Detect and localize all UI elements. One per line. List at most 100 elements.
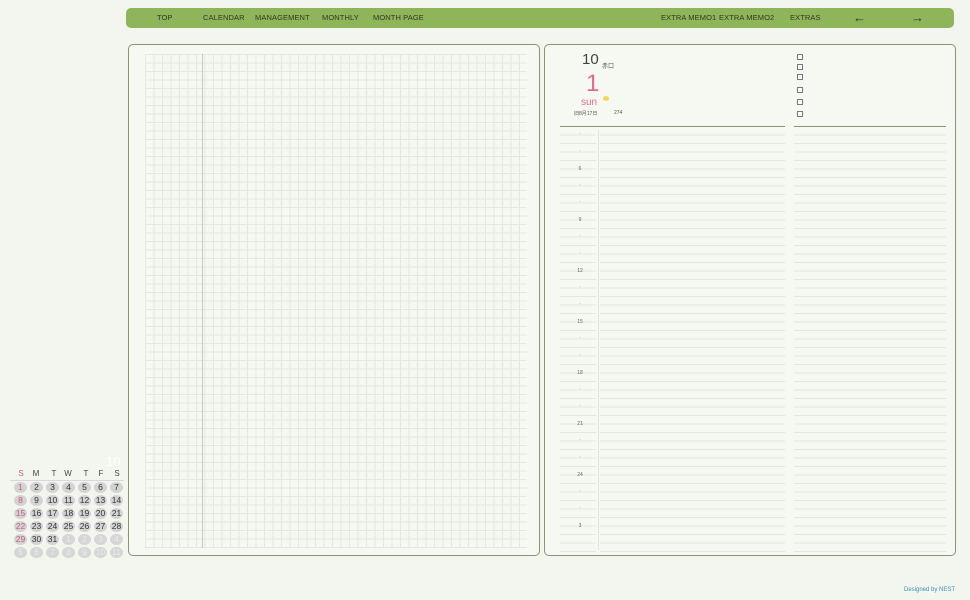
todo-checkbox[interactable] [797, 99, 803, 105]
hour-label: · [579, 182, 581, 188]
calendar-day[interactable]: 28 [110, 521, 123, 532]
calendar-day[interactable]: 12 [78, 495, 91, 506]
calendar-day[interactable]: 1 [14, 482, 27, 493]
calendar-day[interactable]: 20 [94, 508, 107, 519]
calendar-day[interactable]: 17 [46, 508, 59, 519]
calendar-day[interactable]: 6 [30, 547, 43, 558]
top-nav-bar [126, 8, 954, 28]
hour-label: · [579, 250, 581, 256]
hour-label: · [579, 148, 581, 154]
calendar-day[interactable]: 7 [110, 482, 123, 493]
calendar-day[interactable]: 26 [78, 521, 91, 532]
prev-arrow-icon[interactable]: ← [853, 8, 866, 28]
nav-extra-memo1[interactable]: EXTRA MEMO1 [661, 8, 716, 28]
calendar-day[interactable]: 2 [78, 534, 91, 545]
rokuyo-label: 赤口 [602, 64, 615, 70]
todo-checkbox[interactable] [797, 64, 803, 70]
calendar-day[interactable]: 31 [46, 534, 59, 545]
calendar-day[interactable]: 6 [94, 482, 107, 493]
calendar-day[interactable]: 2 [30, 482, 43, 493]
hour-label: · [579, 488, 581, 494]
calendar-day[interactable]: 9 [78, 547, 91, 558]
calendar-day[interactable]: 3 [94, 534, 107, 545]
hour-label: · [579, 403, 581, 409]
weekday-header: T [83, 469, 89, 478]
weekday-header: M [32, 469, 40, 478]
hour-label: · [579, 505, 581, 511]
notes-margin-line [202, 54, 203, 548]
memo-lines[interactable] [794, 127, 946, 552]
calendar-day[interactable]: 21 [110, 508, 123, 519]
hour-label: 15 [577, 319, 583, 325]
month-number: 10 [582, 51, 599, 68]
hour-label: · [579, 301, 581, 307]
calendar-day[interactable]: 22 [14, 521, 27, 532]
calendar-day[interactable]: 11 [62, 495, 75, 506]
hour-label: · [579, 284, 581, 290]
hour-column-separator [598, 130, 599, 550]
designer-credit[interactable]: Designed by NEST [904, 587, 955, 593]
date-number: 1 [586, 70, 600, 97]
nav-month-page[interactable]: MONTH PAGE [373, 8, 424, 28]
calendar-day[interactable]: 4 [110, 534, 123, 545]
calendar-day[interactable]: 4 [62, 482, 75, 493]
calendar-day[interactable]: 15 [14, 508, 27, 519]
nav-extra-memo2[interactable]: EXTRA MEMO2 [719, 8, 774, 28]
hour-label: 12 [577, 268, 583, 274]
weekday-header: T [51, 469, 57, 478]
calendar-day[interactable]: 3 [46, 482, 59, 493]
nav-management[interactable]: MANAGEMENT [255, 8, 310, 28]
calendar-day[interactable]: 27 [94, 521, 107, 532]
hour-label: · [579, 386, 581, 392]
nav-top[interactable]: TOP [157, 8, 173, 28]
calendar-day[interactable]: 23 [30, 521, 43, 532]
weekday-header: S [114, 469, 120, 478]
todo-checkbox[interactable] [797, 87, 803, 93]
calendar-day[interactable]: 18 [62, 508, 75, 519]
calendar-day[interactable]: 14 [110, 495, 123, 506]
hour-label: 21 [577, 421, 583, 427]
nav-monthly[interactable]: MONTHLY [322, 8, 359, 28]
calendar-day[interactable]: 5 [14, 547, 27, 558]
hour-label: · [579, 233, 581, 239]
hour-label: · [579, 437, 581, 443]
hour-label: · [579, 454, 581, 460]
todo-checkbox[interactable] [797, 54, 803, 60]
hour-label: · [579, 335, 581, 341]
calendar-day[interactable]: 10 [46, 495, 59, 506]
calendar-day[interactable]: 19 [78, 508, 91, 519]
calendar-day[interactable]: 8 [62, 547, 75, 558]
nav-calendar[interactable]: CALENDAR [203, 8, 245, 28]
calendar-day[interactable]: 25 [62, 521, 75, 532]
schedule-lines[interactable] [600, 127, 785, 552]
calendar-day[interactable]: 11 [110, 547, 123, 558]
day-of-year: 274 [614, 110, 623, 116]
nav-extras[interactable]: EXTRAS [790, 8, 821, 28]
calendar-day[interactable]: 29 [14, 534, 27, 545]
next-arrow-icon[interactable]: → [911, 8, 924, 28]
calendar-day[interactable]: 24 [46, 521, 59, 532]
calendar-day[interactable]: 30 [30, 534, 43, 545]
calendar-day[interactable]: 16 [30, 508, 43, 519]
hour-label: 24 [577, 472, 583, 478]
hour-label: 9 [578, 217, 582, 223]
calendar-day[interactable]: 1 [62, 534, 75, 545]
weekday-header: S [18, 469, 24, 478]
weekday-header: W [64, 469, 72, 478]
hour-label: 18 [577, 370, 583, 376]
calendar-day[interactable]: 8 [14, 495, 27, 506]
todo-checkbox[interactable] [797, 74, 803, 80]
weekday-header: F [98, 469, 104, 478]
mini-calendar-month: 10 [106, 454, 121, 469]
calendar-day[interactable]: 5 [78, 482, 91, 493]
calendar-day[interactable]: 10 [94, 547, 107, 558]
calendar-day[interactable]: 7 [46, 547, 59, 558]
calendar-day[interactable]: 13 [94, 495, 107, 506]
hour-label: 3 [578, 523, 582, 529]
calendar-day[interactable]: 9 [30, 495, 43, 506]
lunar-date: 旧8月17日 [574, 111, 598, 117]
hour-label: · [579, 131, 581, 137]
hour-label: 6 [578, 166, 582, 172]
mini-calendar-divider [10, 480, 124, 481]
todo-checkbox[interactable] [797, 111, 803, 117]
